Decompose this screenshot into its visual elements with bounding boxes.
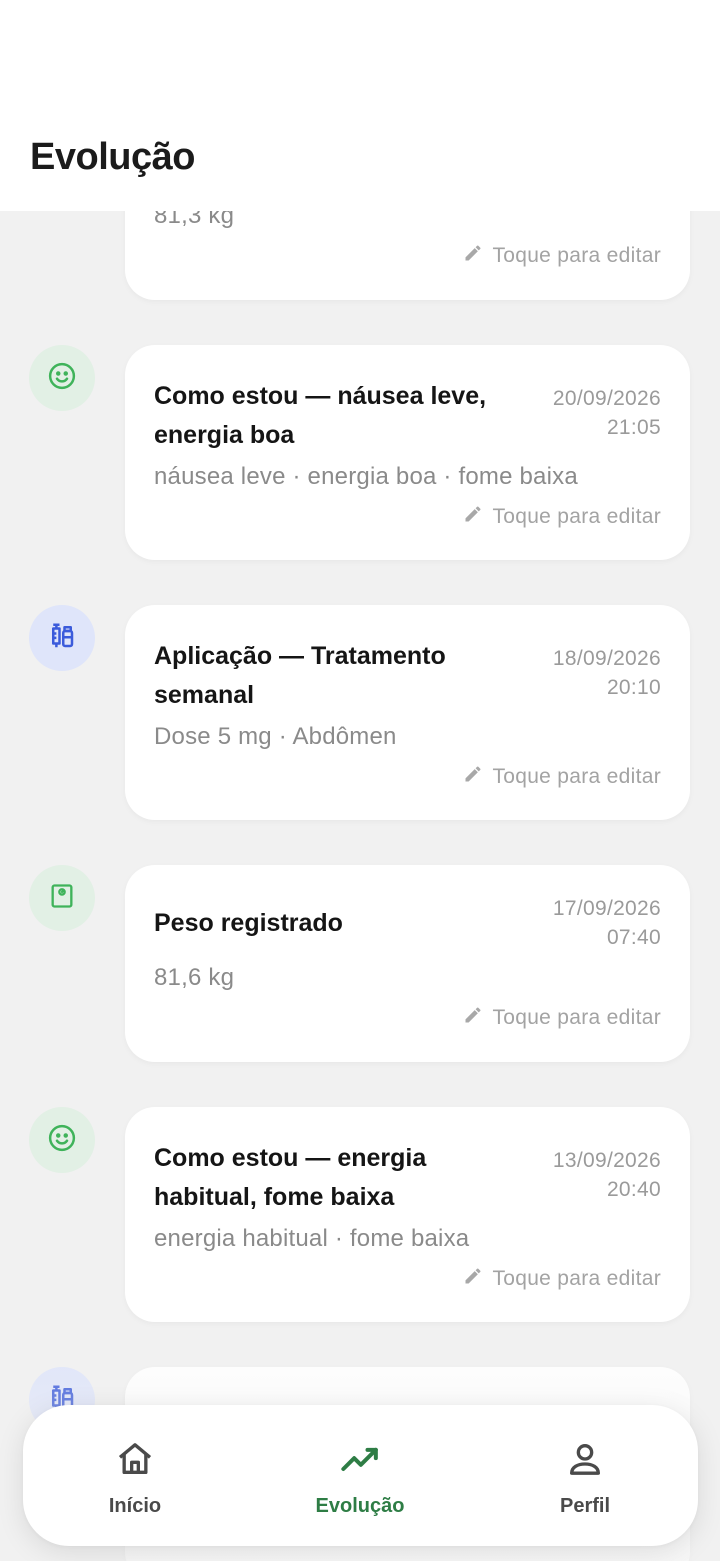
nav-item-inicio[interactable]: Início bbox=[55, 1439, 215, 1518]
card-time: 21:05 bbox=[606, 416, 661, 439]
user-icon bbox=[564, 1439, 606, 1485]
weight-entry-badge bbox=[29, 865, 95, 931]
edit-hint[interactable]: Toque para editar bbox=[463, 243, 661, 269]
timeline-card-mood[interactable]: Como estou — energia habitual, fome baix… bbox=[125, 1107, 690, 1322]
mood-entry-badge bbox=[29, 1107, 95, 1173]
edit-hint[interactable]: Toque para editar bbox=[463, 1005, 661, 1031]
smiley-icon bbox=[47, 361, 77, 396]
card-detail: energia habitual · fome baixa bbox=[154, 1225, 470, 1252]
bottom-navigation: Início Evolução Perfil bbox=[23, 1405, 698, 1546]
nav-item-evolucao[interactable]: Evolução bbox=[280, 1439, 440, 1518]
card-date: 17/09/2026 bbox=[552, 897, 661, 920]
injection-entry-badge bbox=[29, 605, 95, 671]
timeline-card-injection[interactable]: Aplicação — Tratamento semanal 18/09/202… bbox=[125, 605, 690, 820]
card-time: 20:10 bbox=[606, 676, 661, 699]
card-datetime: 20/09/2026 21:05 bbox=[553, 384, 661, 442]
edit-hint-label: Toque para editar bbox=[492, 505, 661, 528]
pencil-icon bbox=[463, 504, 483, 530]
edit-hint[interactable]: Toque para editar bbox=[463, 1266, 661, 1292]
pencil-icon bbox=[463, 243, 483, 269]
card-detail: 81,6 kg bbox=[154, 964, 235, 991]
page-title: Evolução bbox=[30, 136, 195, 178]
mood-entry-badge bbox=[29, 345, 95, 411]
timeline-card-weight[interactable]: Peso registrado 17/09/2026 07:40 81,6 kg… bbox=[125, 865, 690, 1062]
card-date: 20/09/2026 bbox=[552, 387, 661, 410]
nav-label: Evolução bbox=[315, 1495, 405, 1517]
edit-hint-label: Toque para editar bbox=[492, 244, 661, 267]
smiley-icon bbox=[47, 1123, 77, 1158]
card-detail: náusea leve · energia boa · fome baixa bbox=[154, 463, 578, 490]
card-title: Como estou — náusea leve, energia boa bbox=[154, 382, 487, 449]
edit-hint-label: Toque para editar bbox=[492, 765, 661, 788]
card-datetime: 18/09/2026 20:10 bbox=[553, 644, 661, 702]
pencil-icon bbox=[463, 1005, 483, 1031]
app-header: Evolução bbox=[0, 0, 720, 211]
pencil-icon bbox=[463, 764, 483, 790]
edit-hint-label: Toque para editar bbox=[492, 1267, 661, 1290]
card-date: 13/09/2026 bbox=[552, 1149, 661, 1172]
home-icon bbox=[114, 1439, 156, 1485]
card-date: 18/09/2026 bbox=[552, 647, 661, 670]
card-title: Aplicação — Tratamento semanal bbox=[154, 642, 446, 709]
pencil-icon bbox=[463, 1266, 483, 1292]
syringe-vial-icon bbox=[47, 621, 77, 656]
timeline-feed: 81,3 kg Toque para editar Como estou — n… bbox=[0, 0, 720, 1561]
card-title: Peso registrado bbox=[154, 909, 343, 937]
card-time: 07:40 bbox=[606, 926, 661, 949]
nav-label: Início bbox=[108, 1495, 162, 1517]
nav-label: Perfil bbox=[559, 1495, 611, 1517]
card-datetime: 17/09/2026 07:40 bbox=[553, 894, 661, 952]
trend-icon bbox=[339, 1439, 381, 1485]
edit-hint-label: Toque para editar bbox=[492, 1006, 661, 1029]
card-datetime: 13/09/2026 20:40 bbox=[553, 1146, 661, 1204]
card-detail: Dose 5 mg · Abdômen bbox=[154, 723, 397, 750]
card-title: Como estou — energia habitual, fome baix… bbox=[154, 1144, 427, 1211]
card-time: 20:40 bbox=[606, 1178, 661, 1201]
timeline-card-mood[interactable]: Como estou — náusea leve, energia boa 20… bbox=[125, 345, 690, 560]
edit-hint[interactable]: Toque para editar bbox=[463, 504, 661, 530]
edit-hint[interactable]: Toque para editar bbox=[463, 764, 661, 790]
nav-item-perfil[interactable]: Perfil bbox=[505, 1439, 665, 1518]
scale-icon bbox=[48, 882, 76, 915]
